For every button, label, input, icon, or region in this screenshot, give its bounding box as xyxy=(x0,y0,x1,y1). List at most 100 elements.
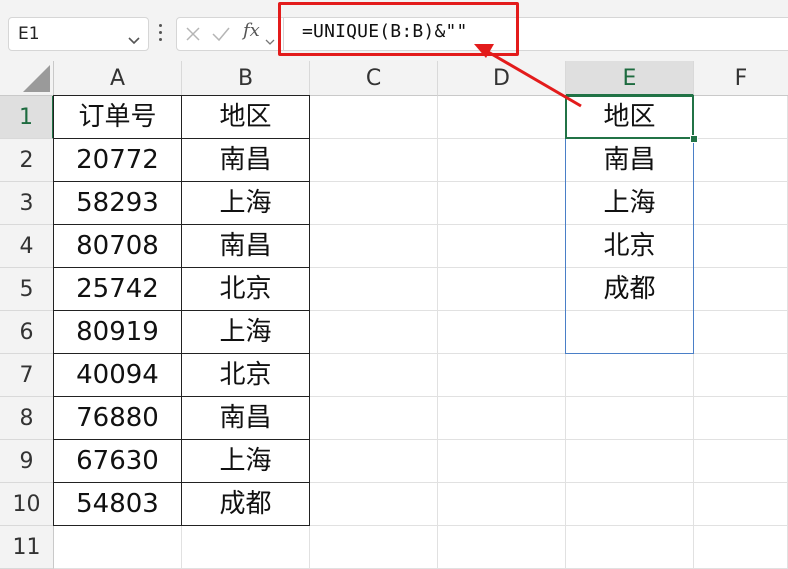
more-options-icon[interactable] xyxy=(158,24,164,42)
cell-b3[interactable]: 上海 xyxy=(182,182,310,225)
row-header-4[interactable]: 4 xyxy=(0,225,54,268)
cell-e10[interactable] xyxy=(566,483,694,526)
column-header-b[interactable]: B xyxy=(182,61,310,96)
column-header-e[interactable]: E xyxy=(566,61,694,96)
name-box[interactable]: E1 xyxy=(8,17,149,51)
row-header-11[interactable]: 11 xyxy=(0,526,54,569)
row-header-2[interactable]: 2 xyxy=(0,139,54,182)
column-header-f[interactable]: F xyxy=(694,61,788,96)
cell-d6[interactable] xyxy=(438,311,566,354)
cell-f5[interactable] xyxy=(694,268,788,311)
row-header-9[interactable]: 9 xyxy=(0,440,54,483)
cell-f4[interactable] xyxy=(694,225,788,268)
cell-b8[interactable]: 南昌 xyxy=(182,397,310,440)
cell-d7[interactable] xyxy=(438,354,566,397)
cell-b1[interactable]: 地区 xyxy=(182,96,310,139)
cell-a8[interactable]: 76880 xyxy=(54,397,182,440)
cell-e2[interactable]: 南昌 xyxy=(566,139,694,182)
cell-b11[interactable] xyxy=(182,526,310,569)
cell-b2[interactable]: 南昌 xyxy=(182,139,310,182)
cancel-icon[interactable] xyxy=(185,26,201,46)
cell-c3[interactable] xyxy=(310,182,438,225)
cell-c9[interactable] xyxy=(310,440,438,483)
cell-f7[interactable] xyxy=(694,354,788,397)
cell-b6[interactable]: 上海 xyxy=(182,311,310,354)
cell-e1[interactable]: 地区 xyxy=(566,96,694,139)
row-header-7[interactable]: 7 xyxy=(0,354,54,397)
cell-c4[interactable] xyxy=(310,225,438,268)
cell-b4[interactable]: 南昌 xyxy=(182,225,310,268)
cell-e8[interactable] xyxy=(566,397,694,440)
cell-e4[interactable]: 北京 xyxy=(566,225,694,268)
cell-e9[interactable] xyxy=(566,440,694,483)
cell-f3[interactable] xyxy=(694,182,788,225)
cell-c10[interactable] xyxy=(310,483,438,526)
row-header-1[interactable]: 1 xyxy=(0,96,54,139)
cell-f2[interactable] xyxy=(694,139,788,182)
row-header-6[interactable]: 6 xyxy=(0,311,54,354)
cell-a1[interactable]: 订单号 xyxy=(54,96,182,139)
table-row-line xyxy=(53,396,310,397)
cell-a4[interactable]: 80708 xyxy=(54,225,182,268)
cell-b10[interactable]: 成都 xyxy=(182,483,310,526)
cell-d8[interactable] xyxy=(438,397,566,440)
cell-a2[interactable]: 20772 xyxy=(54,139,182,182)
row-header-5[interactable]: 5 xyxy=(0,268,54,311)
cell-d2[interactable] xyxy=(438,139,566,182)
cell-a9[interactable]: 67630 xyxy=(54,440,182,483)
fill-handle[interactable] xyxy=(690,135,698,143)
cell-a10[interactable]: 54803 xyxy=(54,483,182,526)
cell-f6[interactable] xyxy=(694,311,788,354)
row-header-10[interactable]: 10 xyxy=(0,483,54,526)
cell-d4[interactable] xyxy=(438,225,566,268)
cell-a11[interactable] xyxy=(54,526,182,569)
cell-e11[interactable] xyxy=(566,526,694,569)
cell-d1[interactable] xyxy=(438,96,566,139)
cell-c7[interactable] xyxy=(310,354,438,397)
formula-controls: fx xyxy=(176,17,284,51)
table-row-line xyxy=(53,181,310,182)
column-header-a[interactable]: A xyxy=(54,61,182,96)
insert-function-button[interactable]: fx xyxy=(243,20,260,41)
cell-c6[interactable] xyxy=(310,311,438,354)
cell-c8[interactable] xyxy=(310,397,438,440)
table-row-line xyxy=(53,439,310,440)
cell-a7[interactable]: 40094 xyxy=(54,354,182,397)
cell-c5[interactable] xyxy=(310,268,438,311)
cell-f10[interactable] xyxy=(694,483,788,526)
select-all-corner[interactable] xyxy=(0,61,54,96)
row-header-3[interactable]: 3 xyxy=(0,182,54,225)
cell-a3[interactable]: 58293 xyxy=(54,182,182,225)
cell-e7[interactable] xyxy=(566,354,694,397)
cell-e3[interactable]: 上海 xyxy=(566,182,694,225)
column-header-d[interactable]: D xyxy=(438,61,566,96)
cell-d10[interactable] xyxy=(438,483,566,526)
cell-b7[interactable]: 北京 xyxy=(182,354,310,397)
cell-e5[interactable]: 成都 xyxy=(566,268,694,311)
column-header-c[interactable]: C xyxy=(310,61,438,96)
cell-f8[interactable] xyxy=(694,397,788,440)
formula-highlight-box xyxy=(278,2,519,56)
cell-b9[interactable]: 上海 xyxy=(182,440,310,483)
confirm-icon[interactable] xyxy=(211,26,231,46)
cell-e6[interactable] xyxy=(566,311,694,354)
cell-c2[interactable] xyxy=(310,139,438,182)
cell-c11[interactable] xyxy=(310,526,438,569)
cell-d11[interactable] xyxy=(438,526,566,569)
cell-b5[interactable]: 北京 xyxy=(182,268,310,311)
cell-f1[interactable] xyxy=(694,96,788,139)
cell-a5[interactable]: 25742 xyxy=(54,268,182,311)
name-box-value: E1 xyxy=(18,24,40,44)
cell-d3[interactable] xyxy=(438,182,566,225)
chevron-down-icon[interactable] xyxy=(265,31,275,50)
table-row-line xyxy=(53,353,310,354)
cell-f11[interactable] xyxy=(694,526,788,569)
cell-d9[interactable] xyxy=(438,440,566,483)
cell-f9[interactable] xyxy=(694,440,788,483)
chevron-down-icon[interactable] xyxy=(128,30,140,49)
row-header-8[interactable]: 8 xyxy=(0,397,54,440)
cell-d5[interactable] xyxy=(438,268,566,311)
spreadsheet-grid[interactable]: A B C D E F 1 2 3 4 5 6 7 8 9 10 11 订单号 … xyxy=(0,61,788,569)
cell-c1[interactable] xyxy=(310,96,438,139)
cell-a6[interactable]: 80919 xyxy=(54,311,182,354)
